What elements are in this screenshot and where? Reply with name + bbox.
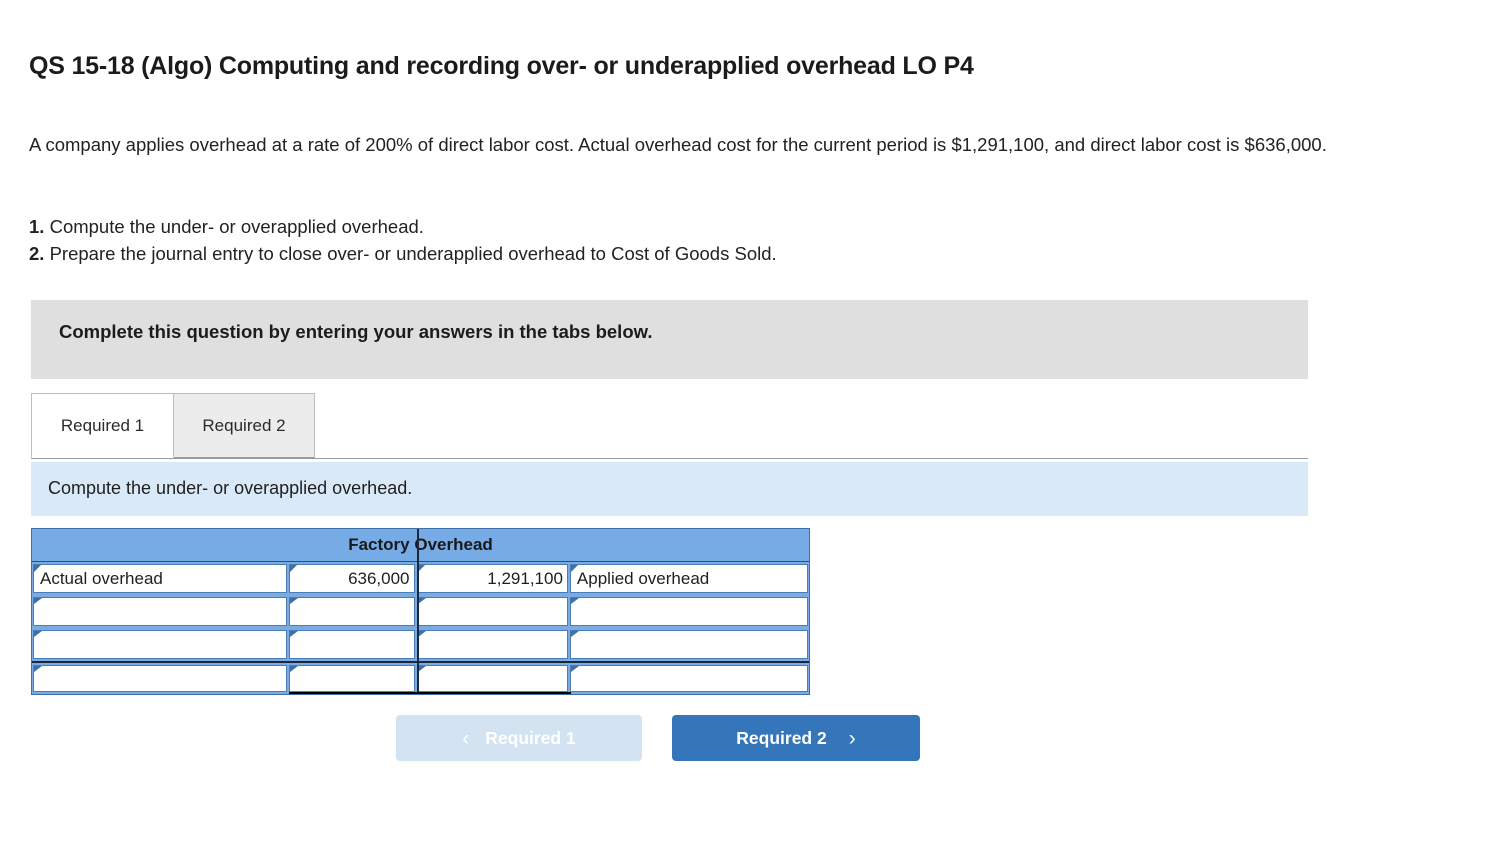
taccount-header: Factory Overhead — [32, 529, 809, 562]
credit-amount-cell[interactable]: 1,291,100 — [416, 564, 568, 593]
tab-required-1[interactable]: Required 1 — [31, 393, 174, 458]
debit-amount-value: 636,000 — [348, 568, 410, 588]
cell-marker-icon — [290, 631, 298, 643]
taccount-center-divider — [417, 529, 419, 694]
requirement-1-number: 1. — [29, 216, 45, 237]
cell-marker-icon — [290, 598, 298, 610]
debit-label-cell[interactable] — [33, 597, 287, 626]
tab-required-1-label: Required 1 — [60, 415, 145, 435]
cell-marker-icon — [290, 666, 298, 678]
debit-label-value: Actual overhead — [40, 568, 163, 588]
question-page: QS 15-18 (Algo) Computing and recording … — [0, 0, 1488, 859]
cell-marker-icon — [570, 631, 579, 643]
table-row — [32, 661, 809, 694]
cell-marker-icon — [570, 565, 578, 579]
credit-amount-value: 1,291,100 — [487, 568, 563, 588]
next-required-label: Required 2 — [736, 727, 827, 748]
credit-amount-cell[interactable] — [416, 665, 568, 692]
credit-label-cell[interactable]: Applied overhead — [569, 564, 808, 593]
cell-marker-icon — [34, 631, 42, 643]
problem-line-2: labor cost is $636,000. — [1140, 134, 1327, 155]
requirement-1-text: Compute the under- or overapplied overhe… — [44, 216, 424, 237]
tab-required-2[interactable]: Required 2 — [173, 393, 315, 458]
instruction-banner-text: Complete this question by entering your … — [59, 321, 653, 342]
credit-amount-cell[interactable] — [416, 630, 568, 659]
requirement-bar-text: Compute the under- or overapplied overhe… — [48, 478, 413, 498]
table-row: Actual overhead 636,000 1,291,100 Applie… — [32, 562, 809, 595]
requirement-2-text: Prepare the journal entry to close over-… — [44, 243, 777, 264]
credit-label-cell[interactable] — [569, 665, 808, 692]
requirement-item-2: 2. Prepare the journal entry to close ov… — [29, 240, 1229, 267]
credit-amount-cell[interactable] — [416, 597, 568, 626]
factory-overhead-taccount: Factory Overhead Actual overhead 636,000… — [31, 528, 810, 695]
requirements-list: 1. Compute the under- or overapplied ove… — [29, 213, 1229, 267]
requirement-2-number: 2. — [29, 243, 45, 264]
cell-marker-icon — [290, 565, 297, 579]
taccount-total-rule — [289, 692, 571, 694]
problem-statement: A company applies overhead at a rate of … — [29, 131, 1444, 158]
problem-line-1: A company applies overhead at a rate of … — [29, 134, 1136, 155]
debit-amount-cell[interactable]: 636,000 — [289, 564, 415, 593]
chevron-left-icon: ‹ — [462, 726, 470, 750]
credit-label-value: Applied overhead — [576, 568, 710, 588]
tab-baseline — [31, 458, 1308, 459]
instruction-banner: Complete this question by entering your … — [31, 300, 1308, 379]
debit-label-cell[interactable] — [33, 630, 287, 659]
cell-marker-icon — [34, 666, 42, 678]
cell-marker-icon — [34, 598, 42, 610]
cell-marker-icon — [570, 598, 579, 610]
previous-required-button[interactable]: ‹ Required 1 — [396, 715, 642, 761]
next-required-button[interactable]: Required 2 › — [672, 715, 920, 761]
tab-strip: Required 1 Required 2 — [31, 393, 1308, 459]
debit-amount-cell[interactable] — [289, 665, 415, 692]
debit-amount-cell[interactable] — [289, 597, 415, 626]
tab-required-2-label: Required 2 — [202, 415, 286, 435]
requirement-bar: Compute the under- or overapplied overhe… — [31, 462, 1308, 516]
credit-label-cell[interactable] — [569, 597, 808, 626]
requirement-item-1: 1. Compute the under- or overapplied ove… — [29, 213, 1229, 240]
chevron-right-icon: › — [848, 726, 856, 750]
cell-marker-icon — [34, 565, 41, 579]
debit-label-cell[interactable] — [33, 665, 287, 692]
cell-marker-icon — [570, 666, 579, 678]
taccount-body: Actual overhead 636,000 1,291,100 Applie… — [32, 529, 809, 694]
credit-label-cell[interactable] — [569, 630, 808, 659]
page-title: QS 15-18 (Algo) Computing and recording … — [29, 52, 974, 80]
table-row — [32, 628, 809, 661]
debit-label-cell[interactable]: Actual overhead — [33, 564, 287, 593]
table-row — [32, 595, 809, 628]
previous-required-label: Required 1 — [485, 727, 576, 748]
debit-amount-cell[interactable] — [289, 630, 415, 659]
